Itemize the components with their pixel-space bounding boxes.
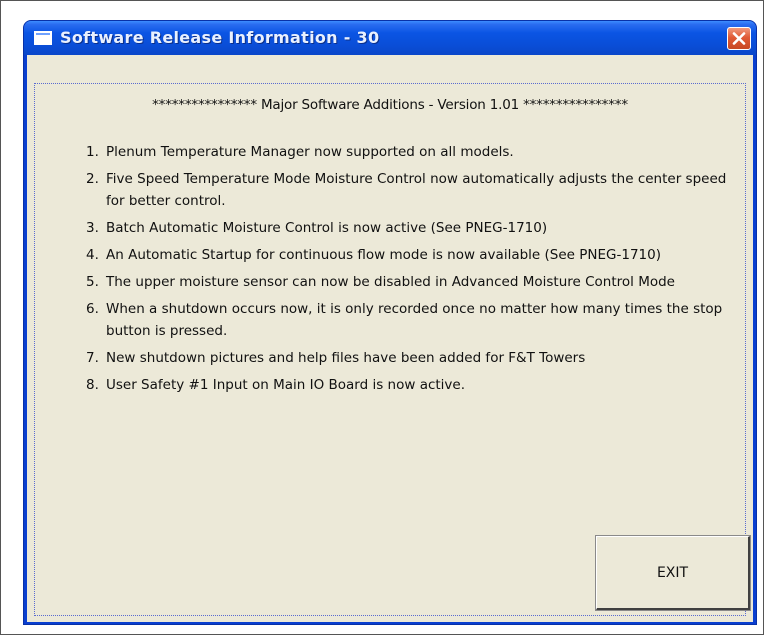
release-notes: **************** Major Software Addition… (35, 84, 745, 401)
list-item-number: 6. (86, 301, 99, 317)
list-item: 7. New shutdown pictures and help files h… (35, 347, 745, 369)
close-icon (732, 32, 746, 45)
list-item-number: 7. (86, 350, 99, 366)
list-item: 2. Five Speed Temperature Mode Moisture C… (35, 168, 745, 212)
list-item-text: The upper moisture sensor can now be dis… (106, 274, 675, 290)
screenshot-frame: Software Release Information - 30 ******… (0, 0, 764, 635)
list-item-text: Plenum Temperature Manager now supported… (106, 144, 514, 160)
list-item-number: 8. (86, 377, 99, 393)
release-items-list: 1. Plenum Temperature Manager now support… (35, 141, 745, 396)
list-item-text: User Safety #1 Input on Main IO Board is… (106, 377, 466, 393)
list-item: 3. Batch Automatic Moisture Control is no… (35, 217, 745, 239)
close-button[interactable] (727, 27, 751, 50)
list-item-number: 4. (86, 247, 99, 263)
window-title: Software Release Information - 30 (60, 28, 380, 47)
dialog-client-area: **************** Major Software Addition… (27, 55, 753, 622)
list-item: 8. User Safety #1 Input on Main IO Board … (35, 374, 745, 396)
list-item-number: 5. (86, 274, 99, 290)
list-item-text: An Automatic Startup for continuous flow… (106, 247, 661, 263)
list-item-text: Five Speed Temperature Mode Moisture Con… (106, 171, 727, 209)
list-item: 4. An Automatic Startup for continuous fl… (35, 244, 745, 266)
list-item-number: 1. (86, 144, 99, 160)
exit-button[interactable]: EXIT (595, 535, 751, 611)
list-item-number: 3. (86, 220, 99, 236)
dialog-window: Software Release Information - 30 ******… (23, 20, 757, 625)
release-heading: **************** Major Software Addition… (152, 97, 628, 113)
list-item: 6. When a shutdown occurs now, it is only… (35, 298, 745, 342)
list-item-text: New shutdown pictures and help files hav… (106, 350, 586, 366)
window-icon (34, 31, 52, 45)
list-item: 5. The upper moisture sensor can now be d… (35, 271, 745, 293)
list-item-text: Batch Automatic Moisture Control is now … (106, 220, 548, 236)
list-item: 1. Plenum Temperature Manager now support… (35, 141, 745, 163)
list-item-text: When a shutdown occurs now, it is only r… (106, 301, 723, 339)
title-bar[interactable]: Software Release Information - 30 (24, 21, 756, 55)
list-item-number: 2. (86, 171, 99, 187)
